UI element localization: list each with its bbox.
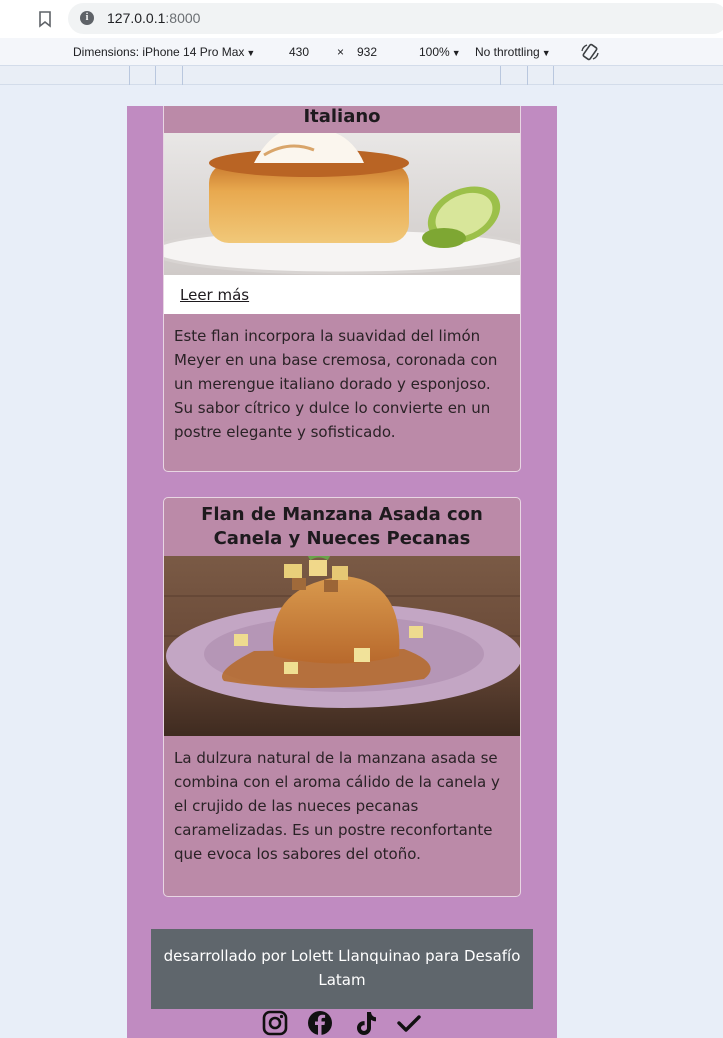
- url-text: 127.0.0.1:8000: [107, 10, 201, 26]
- flan-apple-image: [164, 556, 520, 736]
- tiktok-icon[interactable]: [351, 1009, 379, 1037]
- mobile-viewport: Italiano Leer más Este flan incorpora la…: [127, 106, 557, 1038]
- rotate-icon[interactable]: [580, 42, 600, 62]
- device-toolbar: Dimensions: iPhone 14 Pro Max ▼ 430 × 932…: [0, 38, 723, 66]
- flan-merengue-image: [164, 133, 520, 275]
- flan-card: Flan de Manzana Asada con Canela y Nuece…: [163, 497, 521, 897]
- throttling-select[interactable]: No throttling ▼: [475, 45, 551, 59]
- bookmark-icon[interactable]: [37, 10, 53, 28]
- height-input[interactable]: 932: [357, 45, 377, 59]
- footer-credit: desarrollado por Lolett Llanquinao para …: [151, 929, 533, 1009]
- dimension-separator: ×: [337, 45, 345, 59]
- card-description: La dulzura natural de la manzana asada s…: [174, 749, 500, 863]
- url-field[interactable]: i 127.0.0.1:8000: [68, 3, 723, 34]
- site-info-icon[interactable]: i: [80, 11, 94, 25]
- card-title: Flan de Manzana Asada con Canela y Nuece…: [201, 504, 483, 549]
- facebook-icon[interactable]: [306, 1009, 334, 1037]
- width-input[interactable]: 430: [289, 45, 309, 59]
- flan-card: Italiano Leer más Este flan incorpora la…: [163, 106, 521, 472]
- device-select[interactable]: Dimensions: iPhone 14 Pro Max ▼: [73, 45, 255, 59]
- card-description: Este flan incorpora la suavidad del limó…: [174, 327, 498, 441]
- instagram-icon[interactable]: [261, 1009, 289, 1037]
- browser-address-bar: i 127.0.0.1:8000: [0, 0, 723, 38]
- zoom-select[interactable]: 100% ▼: [419, 45, 461, 59]
- media-query-ruler: [0, 66, 723, 85]
- card-title: Italiano: [303, 106, 381, 127]
- check-icon[interactable]: [395, 1009, 423, 1037]
- read-more-bar: Leer más: [164, 275, 520, 314]
- read-more-link[interactable]: Leer más: [180, 286, 249, 304]
- social-links: [127, 1009, 557, 1038]
